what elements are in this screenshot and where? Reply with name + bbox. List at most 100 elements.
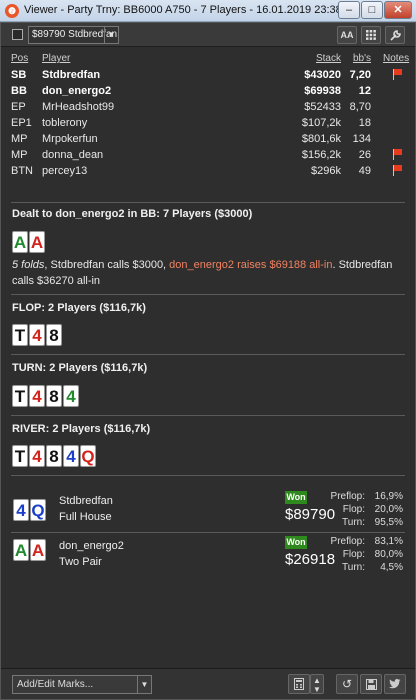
playing-card: A (29, 231, 45, 253)
close-button[interactable]: ✕ (384, 1, 412, 19)
result-player-name: don_energo2 (59, 540, 124, 552)
divider (11, 202, 405, 203)
player-row[interactable]: BTN percey13 $296k 49 (11, 164, 409, 180)
playing-card: 4 (63, 385, 79, 407)
marks-dropdown[interactable]: Add/Edit Marks... ▼ (12, 675, 152, 694)
river-title: RIVER: 2 Players ($116,7k) (12, 423, 151, 435)
players-table: Pos Player Stack bb's Notes SB Stdbredfan… (11, 52, 409, 180)
player-bbs: 134 (352, 133, 371, 145)
note-flag-icon[interactable] (393, 69, 403, 80)
result-player-2: AA don_energo2 Two Pair Won $26918 Prefl… (11, 536, 405, 578)
player-position: MP (11, 149, 28, 161)
playing-card: 8 (46, 445, 62, 467)
chevron-down-icon[interactable]: ▼ (137, 676, 151, 693)
player-bbs: 26 (358, 149, 371, 161)
twitter-icon[interactable] (384, 674, 406, 694)
playing-card: 4 (29, 324, 45, 346)
equity-label: Turn: (342, 517, 365, 528)
action-hero: don_energo2 raises $69188 all-in (169, 259, 333, 271)
player-row[interactable]: BB don_energo2 $69938 12 (11, 84, 409, 100)
result-hand-rank: Full House (59, 511, 112, 523)
font-size-button[interactable]: AA (337, 26, 357, 44)
save-icon[interactable] (360, 674, 382, 694)
hand-selector-dropdown[interactable]: $89790 Stdbredfan ▼ (28, 26, 119, 44)
won-badge: Won (285, 491, 307, 504)
player-stack: $801,6k (301, 133, 341, 145)
marks-dropdown-value: Add/Edit Marks... (17, 679, 94, 690)
playing-card: 4 (29, 445, 45, 467)
player-name: Stdbredfan (42, 69, 101, 81)
equity-value: 80,0% (374, 549, 403, 560)
equity-value: 4,5% (380, 562, 403, 573)
equity-value: 95,5% (374, 517, 403, 528)
action-text-1: , Stdbredfan calls $3000, (44, 259, 170, 271)
result-player-name: Stdbredfan (59, 495, 113, 507)
won-badge: Won (285, 536, 307, 549)
won-amount: $26918 (285, 551, 336, 568)
player-stack: $43020 (304, 69, 341, 81)
header-player[interactable]: Player (42, 53, 70, 64)
action-folds: 5 folds (12, 259, 45, 271)
player-name: don_energo2 (42, 85, 112, 97)
player-name: percey13 (42, 165, 88, 177)
player-row[interactable]: MP Mrpokerfun $801,6k 134 (11, 132, 409, 148)
divider (11, 294, 405, 295)
playing-card: Q (80, 445, 96, 467)
grid-icon[interactable] (361, 26, 381, 44)
bottom-bar: Add/Edit Marks... ▼ ▲ ▼ ↺ (1, 668, 415, 699)
header-notes[interactable]: Notes (383, 53, 409, 64)
playing-card: T (12, 385, 28, 407)
player-stack: $52433 (304, 101, 341, 113)
equity-value: 83,1% (374, 536, 403, 547)
player-row[interactable]: SB Stdbredfan $43020 7,20 (11, 68, 409, 84)
player-position: MP (11, 133, 28, 145)
player-row[interactable]: EP MrHeadshot99 $52433 8,70 (11, 100, 409, 116)
playing-card: Q (30, 499, 46, 521)
header-pos[interactable]: Pos (11, 53, 28, 64)
app-logo-icon: ❷ (5, 4, 19, 18)
divider (11, 354, 405, 355)
calculator-icon[interactable] (288, 674, 310, 694)
flop-title: FLOP: 2 Players ($116,7k) (12, 302, 146, 314)
note-flag-icon[interactable] (393, 165, 403, 176)
player-position: EP1 (11, 117, 32, 129)
player-bbs: 7,20 (349, 69, 371, 81)
playing-card: A (30, 539, 46, 561)
divider (11, 415, 405, 416)
equity-label: Turn: (342, 562, 365, 573)
viewer-window: $89790 Stdbredfan ▼ AA Pos Player Stack … (0, 22, 416, 700)
divider (11, 532, 405, 533)
playing-card: 4 (29, 385, 45, 407)
player-stack: $69938 (304, 85, 341, 97)
spinner-updown-icon[interactable]: ▲ ▼ (310, 674, 324, 694)
player-row[interactable]: MP donna_dean $156,2k 26 (11, 148, 409, 164)
player-row[interactable]: EP1 toblerony $107,2k 18 (11, 116, 409, 132)
mark-checkbox[interactable] (12, 29, 23, 40)
minimize-button[interactable]: – (338, 1, 360, 19)
window-title: Viewer - Party Trny: BB6000 A750 - 7 Pla… (24, 4, 342, 16)
playing-card: 4 (13, 499, 29, 521)
equity-label: Preflop: (330, 491, 365, 502)
playing-card: 4 (63, 445, 79, 467)
player-name: toblerony (42, 117, 88, 129)
equity-label: Flop: (342, 504, 365, 515)
chevron-down-icon[interactable]: ▼ (104, 27, 118, 43)
header-stack[interactable]: Stack (316, 53, 341, 64)
maximize-button[interactable]: □ (361, 1, 383, 19)
player-stack: $156,2k (301, 149, 341, 161)
playing-card: A (13, 539, 29, 561)
players-table-header: Pos Player Stack bb's Notes (11, 52, 409, 68)
player-stack: $107,2k (301, 117, 341, 129)
equity-value: 20,0% (374, 504, 403, 515)
player-bbs: 18 (358, 117, 371, 129)
equity-label: Flop: (342, 549, 365, 560)
note-flag-icon[interactable] (393, 149, 403, 160)
hand-history-panel: Pos Player Stack bb's Notes SB Stdbredfan… (1, 48, 415, 668)
won-amount: $89790 (285, 506, 336, 523)
header-bbs[interactable]: bb's (353, 53, 371, 64)
result-player-1: 4Q Stdbredfan Full House Won $89790 Pref… (11, 491, 405, 533)
replay-icon[interactable]: ↺ (336, 674, 358, 694)
preflop-title: Dealt to don_energo2 in BB: 7 Players ($… (12, 208, 253, 220)
wrench-icon[interactable] (385, 26, 405, 44)
player-bbs: 49 (358, 165, 371, 177)
